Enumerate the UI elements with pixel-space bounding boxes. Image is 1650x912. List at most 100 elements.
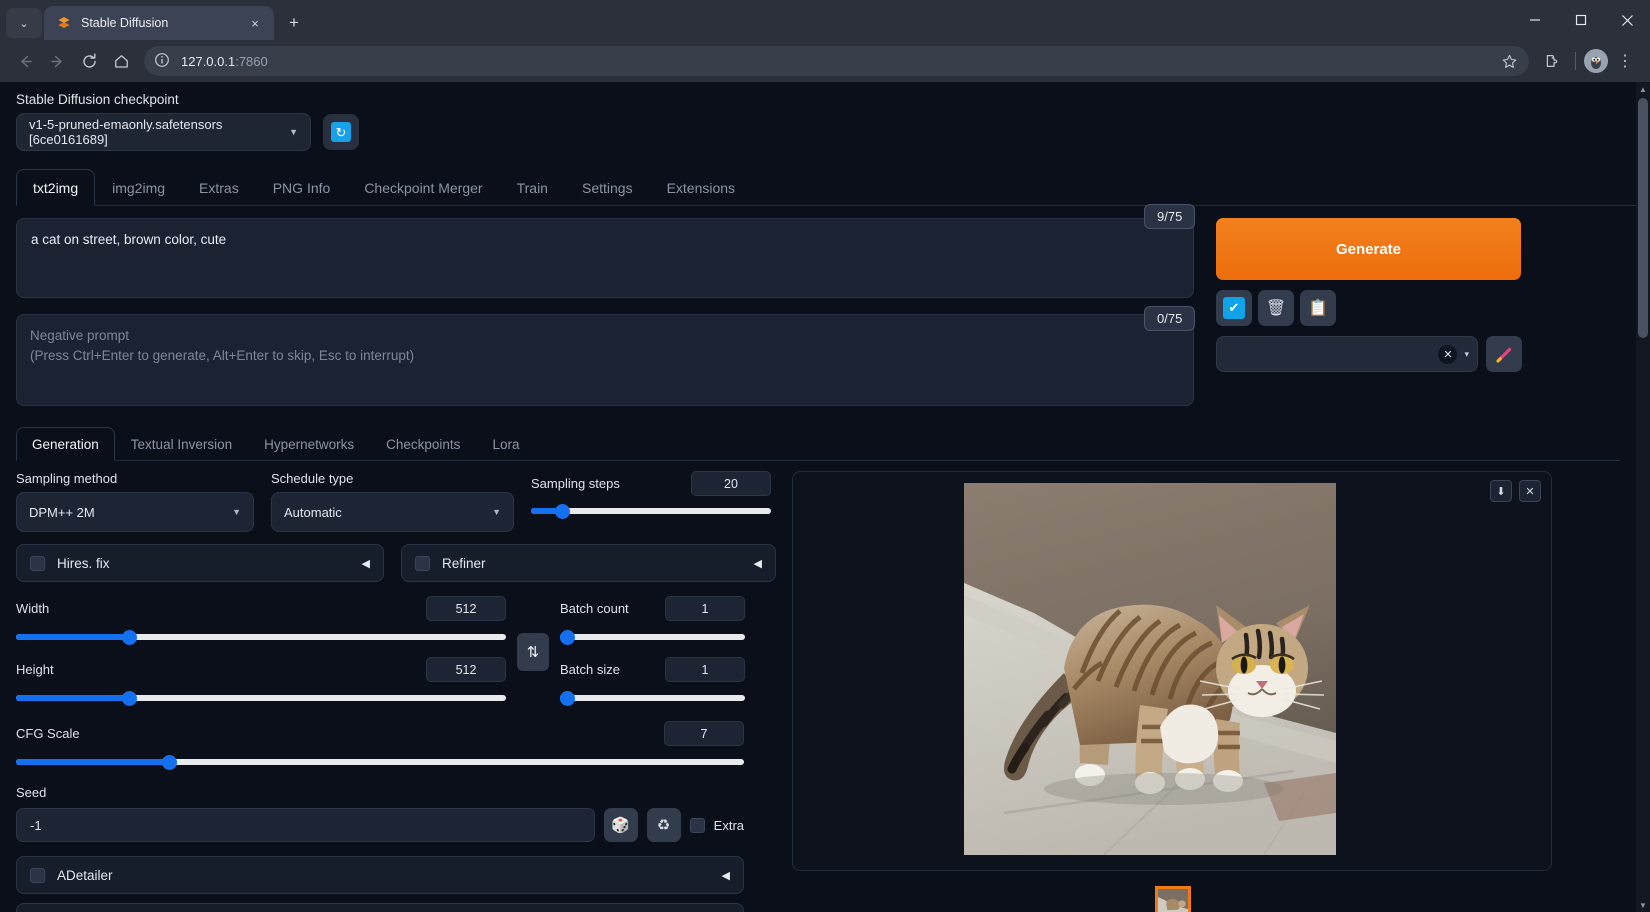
batch-size-slider[interactable]: [559, 689, 745, 707]
generation-controls: Sampling method DPM++ 2M ▼ Schedule type…: [16, 471, 776, 912]
reuse-seed-button[interactable]: ♻: [646, 808, 681, 842]
dynamic-thresholding-accordion[interactable]: Dynamic Thresholding (CFG Scale Fix) ◀: [16, 903, 744, 912]
tab-extras[interactable]: Extras: [182, 169, 256, 206]
scroll-down-icon[interactable]: ▼: [1636, 898, 1650, 912]
scrollbar-thumb[interactable]: [1638, 98, 1648, 338]
generated-image[interactable]: [964, 483, 1336, 855]
toolbar-divider: [1575, 52, 1576, 70]
height-value[interactable]: 512: [426, 657, 506, 682]
sampling-steps-field: Sampling steps 20: [531, 471, 771, 532]
paintbrush-icon: [1495, 347, 1511, 363]
hires-fix-accordion[interactable]: Hires. fix ◀: [16, 544, 384, 582]
sampling-steps-slider[interactable]: [531, 502, 771, 520]
styles-dropdown[interactable]: ✕ ▾: [1216, 336, 1478, 372]
adetailer-checkbox[interactable]: [30, 867, 45, 883]
download-icon[interactable]: ⬇: [1490, 480, 1512, 502]
bookmark-star-icon[interactable]: [1497, 49, 1521, 73]
prompt-tool-buttons: ✔ 🗑 📋: [1216, 290, 1546, 326]
refiner-accordion[interactable]: Refiner ◀: [401, 544, 776, 582]
window-close-button[interactable]: [1604, 0, 1650, 40]
window-maximize-button[interactable]: [1558, 0, 1604, 40]
slider-handle[interactable]: [121, 629, 137, 645]
checkpoint-dropdown[interactable]: v1-5-pruned-emaonly.safetensors [6ce0161…: [16, 113, 311, 151]
new-tab-button[interactable]: +: [280, 9, 308, 37]
close-icon[interactable]: ×: [246, 14, 264, 32]
subtab-lora[interactable]: Lora: [476, 427, 535, 461]
tab-train[interactable]: Train: [500, 169, 565, 206]
random-seed-button[interactable]: 🎲: [603, 808, 638, 842]
seed-input[interactable]: -1: [16, 808, 595, 842]
clear-prompt-button[interactable]: 🗑: [1258, 290, 1294, 326]
slider-handle[interactable]: [121, 690, 137, 706]
width-value[interactable]: 512: [426, 596, 506, 621]
tab-search-button[interactable]: ⌄: [6, 8, 42, 38]
generate-column: Generate ✔ 🗑 📋 ✕ ▾: [1216, 206, 1546, 411]
apply-styles-button[interactable]: [1486, 336, 1522, 372]
batch-count-slider[interactable]: [559, 628, 745, 646]
subtab-textual-inversion[interactable]: Textual Inversion: [115, 427, 248, 461]
negative-prompt-input[interactable]: [16, 314, 1194, 406]
batch-count-value[interactable]: 1: [665, 596, 745, 621]
tab-settings[interactable]: Settings: [565, 169, 650, 206]
refiner-checkbox[interactable]: [415, 555, 430, 571]
hires-fix-checkbox[interactable]: [30, 555, 45, 571]
subtab-checkpoints[interactable]: Checkpoints: [370, 427, 476, 461]
site-info-icon[interactable]: [154, 52, 172, 70]
profile-avatar[interactable]: [1584, 49, 1608, 73]
gallery-thumbnail[interactable]: [1155, 886, 1191, 912]
window-minimize-button[interactable]: [1512, 0, 1558, 40]
tab-png-info[interactable]: PNG Info: [256, 169, 348, 206]
forward-icon[interactable]: [42, 46, 72, 76]
height-label: Height: [16, 662, 54, 677]
output-gallery-strip: [793, 886, 1553, 912]
batch-size-value[interactable]: 1: [665, 657, 745, 682]
extensions-icon[interactable]: [1537, 46, 1567, 76]
schedule-type-dropdown[interactable]: Automatic ▼: [271, 492, 514, 532]
browser-menu-icon[interactable]: ⋮: [1610, 46, 1640, 76]
slider-handle[interactable]: [555, 503, 571, 519]
subtab-generation[interactable]: Generation: [16, 427, 115, 461]
sampling-method-value: DPM++ 2M: [29, 504, 95, 520]
tab-extensions[interactable]: Extensions: [650, 169, 752, 206]
adetailer-accordion[interactable]: ADetailer ◀: [16, 856, 744, 894]
generate-button[interactable]: Generate: [1216, 218, 1521, 280]
cfg-scale-value[interactable]: 7: [664, 721, 744, 746]
address-bar[interactable]: 127.0.0.1:7860: [144, 46, 1529, 76]
restore-progress-button[interactable]: ✔: [1216, 290, 1252, 326]
batch-count-label: Batch count: [560, 601, 629, 616]
height-slider[interactable]: [16, 689, 506, 707]
tab-checkpoint-merger[interactable]: Checkpoint Merger: [347, 169, 499, 206]
back-icon[interactable]: [10, 46, 40, 76]
page-scrollbar[interactable]: ▲ ▼: [1636, 82, 1650, 912]
tab-txt2img[interactable]: txt2img: [16, 169, 96, 206]
refiner-label: Refiner: [442, 555, 486, 571]
slider-handle[interactable]: [559, 629, 575, 645]
read-generation-params-button[interactable]: 📋: [1300, 290, 1336, 326]
browser-toolbar: 127.0.0.1:7860 ⋮: [0, 40, 1650, 82]
page-scroll-region: Stable Diffusion checkpoint v1-5-pruned-…: [0, 82, 1636, 912]
sampling-steps-value[interactable]: 20: [691, 471, 771, 496]
sampling-method-label: Sampling method: [16, 471, 118, 486]
width-slider[interactable]: [16, 628, 506, 646]
prompt-input[interactable]: [16, 218, 1194, 298]
home-icon[interactable]: [106, 46, 136, 76]
slider-handle[interactable]: [161, 754, 177, 770]
swap-width-height-button[interactable]: ⇅: [517, 632, 549, 671]
batch-size-label: Batch size: [560, 662, 620, 677]
batch-group: Batch count 1 Batch size 1: [559, 596, 745, 707]
reload-icon[interactable]: [74, 46, 104, 76]
url-port: :7860: [235, 53, 268, 69]
cfg-scale-slider[interactable]: [16, 753, 744, 771]
slider-handle[interactable]: [559, 690, 575, 706]
clear-icon[interactable]: ✕: [1438, 344, 1458, 364]
scroll-up-icon[interactable]: ▲: [1636, 82, 1650, 96]
close-icon[interactable]: ✕: [1519, 480, 1541, 502]
txt2img-panel: Negative prompt (Press Ctrl+Enter to gen…: [0, 204, 1636, 411]
tab-img2img[interactable]: img2img: [95, 169, 182, 206]
sampling-method-dropdown[interactable]: DPM++ 2M ▼: [16, 492, 254, 532]
extra-seed-checkbox[interactable]: [689, 817, 705, 833]
browser-tab[interactable]: Stable Diffusion ×: [44, 6, 274, 40]
refresh-checkpoints-button[interactable]: ↻: [323, 114, 359, 150]
checkmark-icon: ✔: [1223, 297, 1245, 319]
subtab-hypernetworks[interactable]: Hypernetworks: [248, 427, 370, 461]
